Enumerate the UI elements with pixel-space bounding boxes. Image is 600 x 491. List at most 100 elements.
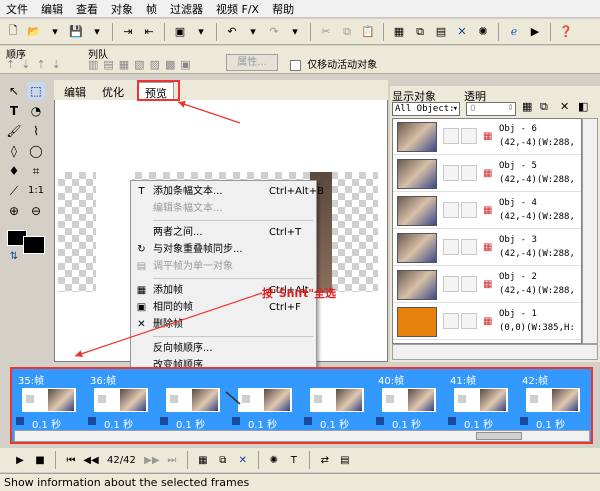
properties-button[interactable]: 属性...: [226, 54, 278, 71]
dropdown-icon[interactable]: ▾: [192, 23, 210, 41]
copy-icon[interactable]: ⧉: [338, 23, 356, 41]
lock-toggle[interactable]: [461, 276, 477, 292]
visibility-toggle[interactable]: [443, 128, 459, 144]
context-menu-item[interactable]: 编辑条幅文本...: [131, 200, 316, 217]
actual-size-icon[interactable]: 1:1: [27, 182, 45, 200]
lock-toggle[interactable]: [461, 202, 477, 218]
background-color-swatch[interactable]: [23, 236, 45, 254]
object-delete-icon[interactable]: ✕: [560, 100, 569, 113]
tab-optimize[interactable]: 优化: [96, 82, 130, 100]
fill-icon[interactable]: ♦: [5, 162, 23, 180]
menu-item-3[interactable]: 对象: [111, 1, 133, 17]
first-frame-icon[interactable]: ⏮: [63, 452, 79, 468]
spinner-arrows-icon[interactable]: ⇕: [507, 102, 514, 114]
open-folder-icon[interactable]: 📂: [25, 23, 43, 41]
frame-properties-icon[interactable]: ▤: [337, 452, 353, 468]
undo-icon[interactable]: ↶: [223, 23, 241, 41]
object-list-hscrollbar[interactable]: [392, 344, 598, 360]
lock-toggle[interactable]: [461, 165, 477, 181]
menu-item-7[interactable]: 帮助: [272, 1, 294, 17]
object-row[interactable]: ▦ Obj - 2 (42,-4)(W:288,: [393, 267, 581, 303]
add-frame-icon[interactable]: ▦: [195, 452, 211, 468]
object-view-icon[interactable]: ◧: [578, 100, 588, 113]
frame-copy-icon[interactable]: ⧉: [411, 23, 429, 41]
menu-item-0[interactable]: 文件: [6, 1, 28, 17]
align-icons[interactable]: ▥▤▦▧▨▩▣: [88, 58, 196, 71]
delete-frame-icon[interactable]: ✕: [235, 452, 251, 468]
zoom-in-icon[interactable]: ⊕: [5, 202, 23, 220]
object-filter-select[interactable]: All Object: ▾: [392, 102, 460, 116]
effects-icon[interactable]: ✺: [474, 23, 492, 41]
brush-icon[interactable]: 🖌: [5, 122, 23, 140]
context-menu-item[interactable]: T 添加条幅文本... Ctrl+Alt+B: [131, 183, 324, 200]
cut-icon[interactable]: ✂: [317, 23, 335, 41]
transparency-spinner[interactable]: 0 ⇕: [466, 102, 516, 116]
context-menu-item[interactable]: 两者之间... Ctrl+T: [131, 224, 316, 241]
play-icon[interactable]: ▶: [526, 23, 544, 41]
dropdown-icon[interactable]: ▾: [286, 23, 304, 41]
timeline-frame[interactable]: 0.1 秒: [230, 370, 298, 431]
dropdown-icon[interactable]: ▾: [46, 23, 64, 41]
crop-icon[interactable]: ⌗: [27, 162, 45, 180]
import-icon[interactable]: ⇥: [119, 23, 137, 41]
tab-edit[interactable]: 编辑: [58, 82, 92, 100]
timeline-frame[interactable]: 41:帧 0.1 秒: [446, 370, 514, 431]
menu-item-4[interactable]: 帧: [146, 1, 157, 17]
frame-props-icon[interactable]: ▤: [432, 23, 450, 41]
rotate-icon[interactable]: ◔: [27, 102, 45, 120]
frame-add-icon[interactable]: ▦: [390, 23, 408, 41]
color-icon[interactable]: ▣: [171, 23, 189, 41]
timeline-frame[interactable]: 35:帧 0.1 秒: [14, 370, 82, 431]
visibility-toggle[interactable]: [443, 276, 459, 292]
context-menu-item[interactable]: ✕ 删除帧: [131, 316, 316, 333]
timeline-frame[interactable]: 42:帧 0.1 秒: [518, 370, 586, 431]
object-list-scrollbar[interactable]: [582, 118, 598, 344]
timeline-frame[interactable]: 36:帧 0.1 秒: [86, 370, 154, 431]
export-icon[interactable]: ⇤: [140, 23, 158, 41]
object-row[interactable]: ▦ Obj - 3 (42,-4)(W:288,: [393, 230, 581, 266]
object-copy-icon[interactable]: ⧉: [540, 100, 548, 114]
browser-icon[interactable]: ℯ: [505, 23, 523, 41]
lock-toggle[interactable]: [461, 128, 477, 144]
stop-icon[interactable]: ■: [32, 452, 48, 468]
save-icon[interactable]: 💾: [67, 23, 85, 41]
object-row[interactable]: ▦ Obj - 5 (42,-4)(W:288,: [393, 156, 581, 192]
dropdown-icon[interactable]: ▾: [88, 23, 106, 41]
checkbox-box[interactable]: [290, 59, 301, 71]
visibility-toggle[interactable]: [443, 239, 459, 255]
select-icon[interactable]: ⬚: [27, 82, 45, 100]
object-props-icon[interactable]: ▦: [522, 100, 532, 113]
visibility-toggle[interactable]: [443, 165, 459, 181]
help-icon[interactable]: ❓: [557, 23, 575, 41]
object-row[interactable]: ▦ Obj - 1 (0,0)(W:385,H:: [393, 304, 581, 340]
sync-icon[interactable]: ✺: [266, 452, 282, 468]
dropdown-icon[interactable]: ▾: [244, 23, 262, 41]
paste-icon[interactable]: 📋: [359, 23, 377, 41]
ellipse-select-icon[interactable]: ◯: [27, 142, 45, 160]
timeline-scroll-thumb[interactable]: [476, 432, 522, 440]
visibility-toggle[interactable]: [443, 313, 459, 329]
object-row[interactable]: ▦ Obj - 6 (42,-4)(W:288,: [393, 119, 581, 155]
object-row[interactable]: ▦ Obj - 4 (42,-4)(W:288,: [393, 193, 581, 229]
eraser-icon[interactable]: ◊: [5, 142, 23, 160]
lasso-icon[interactable]: ⌇: [27, 122, 45, 140]
visibility-toggle[interactable]: [443, 202, 459, 218]
delete-icon[interactable]: ✕: [453, 23, 471, 41]
context-menu-item[interactable]: ↻ 与对象重叠帧同步...: [131, 241, 316, 258]
lock-toggle[interactable]: [461, 239, 477, 255]
timeline-frame[interactable]: 0.1 秒: [302, 370, 370, 431]
menu-item-1[interactable]: 编辑: [41, 1, 63, 17]
eyedropper-icon[interactable]: ⟋: [5, 182, 23, 200]
lock-toggle[interactable]: [461, 313, 477, 329]
menu-item-6[interactable]: 视频 F/X: [216, 1, 259, 17]
context-menu-item[interactable]: ▤ 调平帧为单一对象: [131, 258, 316, 275]
play-icon[interactable]: ▶: [12, 452, 28, 468]
pointer-icon[interactable]: ↖: [5, 82, 23, 100]
move-active-only-checkbox[interactable]: 仅移动活动对象: [290, 56, 377, 71]
swap-colors-icon[interactable]: ⇅: [5, 248, 23, 266]
text-tool-icon[interactable]: T: [5, 102, 23, 120]
timeline-frame[interactable]: 40:帧 0.1 秒: [374, 370, 442, 431]
next-frame-icon[interactable]: ▶▶: [144, 452, 160, 468]
zoom-out-icon[interactable]: ⊖: [27, 202, 45, 220]
prev-frame-icon[interactable]: ◀◀: [83, 452, 99, 468]
